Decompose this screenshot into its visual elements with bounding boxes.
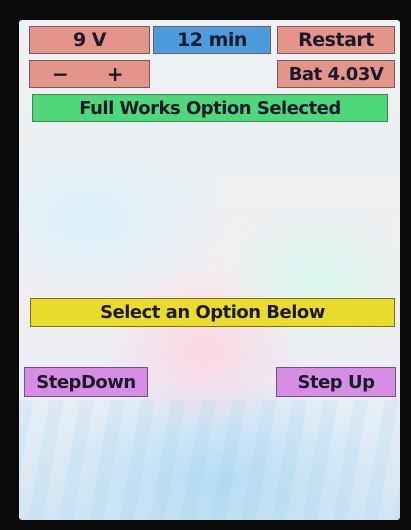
decrement-button[interactable]: − xyxy=(52,62,69,86)
prompt-banner: Select an Option Below xyxy=(30,298,395,327)
voltage-stepper[interactable]: − + xyxy=(29,60,150,88)
device-bezel: 9 V 12 min Restart − + Bat 4.03V Full Wo… xyxy=(0,0,411,530)
voltage-button[interactable]: 9 V xyxy=(29,26,150,54)
increment-button[interactable]: + xyxy=(107,62,124,86)
restart-button[interactable]: Restart xyxy=(277,26,395,54)
touch-screen: 9 V 12 min Restart − + Bat 4.03V Full Wo… xyxy=(19,20,400,520)
battery-indicator: Bat 4.03V xyxy=(277,60,395,88)
timer-button[interactable]: 12 min xyxy=(153,26,271,54)
screen-glare xyxy=(19,400,400,520)
step-up-button[interactable]: Step Up xyxy=(276,367,396,397)
step-down-button[interactable]: StepDown xyxy=(24,367,148,397)
status-banner: Full Works Option Selected xyxy=(32,94,388,122)
